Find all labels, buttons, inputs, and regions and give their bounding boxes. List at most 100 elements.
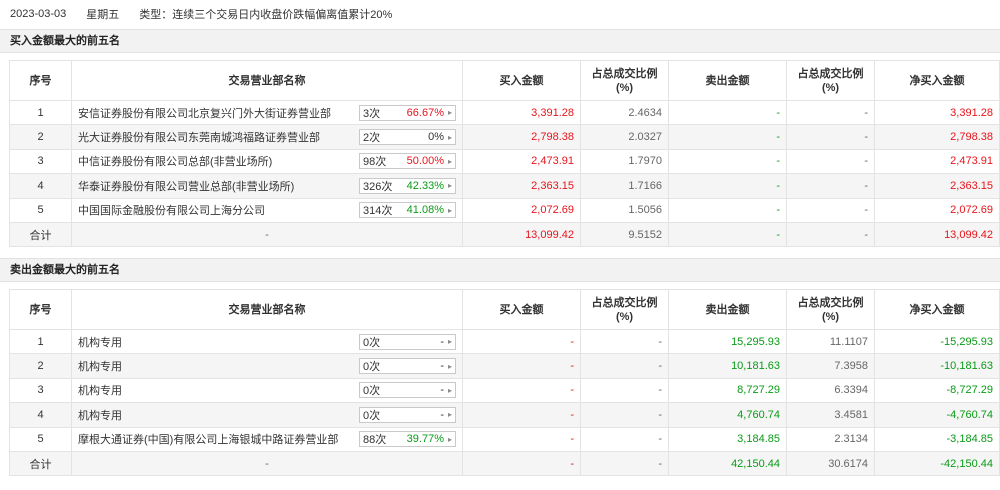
- buy-amount: -: [462, 353, 581, 379]
- col-buy-pct: 占总成交比例 (%): [580, 289, 669, 330]
- buy-amount: -: [462, 402, 581, 428]
- dept-name-link[interactable]: 摩根大通证券(中国)有限公司上海银城中路证券营业部: [78, 431, 338, 447]
- col-sell-pct-line2: (%): [821, 310, 840, 323]
- trade-date: 2023-03-03: [10, 8, 67, 20]
- times-count: 98次: [363, 156, 387, 169]
- buy-pct: -: [580, 377, 669, 404]
- col-dept: 交易营业部名称: [71, 60, 463, 101]
- dept-wrapper: 中国国际金融股份有限公司上海分公司 314次 41.08% ▸: [78, 202, 456, 219]
- col-sell-pct: 占总成交比例 (%): [786, 60, 875, 101]
- sell-amount: -: [668, 173, 787, 199]
- times-dropdown[interactable]: 98次 50.00% ▸: [359, 153, 456, 170]
- dept-name-link[interactable]: 中信证券股份有限公司总部(非营业场所): [78, 153, 272, 169]
- dept-name-link[interactable]: 机构专用: [78, 334, 122, 350]
- dept-name-link[interactable]: 光大证券股份有限公司东莞南城鸿福路证券营业部: [78, 129, 320, 145]
- sell-section-title: 卖出金额最大的前五名: [0, 258, 1000, 282]
- buy-pct: -: [580, 353, 669, 379]
- sell-pct: 11.1107: [786, 328, 875, 355]
- times-count: 88次: [363, 434, 387, 447]
- buy-pct: -: [580, 402, 669, 428]
- col-sell-amount: 卖出金额: [668, 60, 787, 101]
- dept-wrapper: 光大证券股份有限公司东莞南城鸿福路证券营业部 2次 0% ▸: [78, 129, 456, 146]
- win-rate: 0%: [428, 131, 444, 144]
- sell-amount: -: [668, 99, 787, 126]
- times-dropdown[interactable]: 88次 39.77% ▸: [359, 431, 456, 448]
- header-bar: 2023-03-03 星期五 类型： 连续三个交易日内收盘价跌幅偏离值累计20%: [0, 0, 1000, 28]
- sell-pct: -: [786, 148, 875, 175]
- dept-name-link[interactable]: 机构专用: [78, 382, 122, 398]
- col-dept: 交易营业部名称: [71, 289, 463, 330]
- times-count: 3次: [363, 107, 381, 120]
- sell-pct: -: [786, 197, 875, 223]
- buy-amount: 2,798.38: [462, 124, 581, 150]
- sell-pct: 6.3394: [786, 377, 875, 404]
- buy-amount: 2,473.91: [462, 148, 581, 175]
- win-rate: -: [440, 408, 444, 421]
- total-row: 合计 - - -42,150.44 30.6174 -42,150.44: [9, 450, 1000, 477]
- row-number: 3: [9, 377, 72, 404]
- sell-pct: -: [786, 173, 875, 199]
- col-buy-pct-line1: 占总成交比例: [591, 67, 658, 80]
- table-row: 3 中信证券股份有限公司总部(非营业场所) 98次 50.00% ▸ 2,473.91 1.…: [9, 148, 1000, 175]
- dept-cell: 中国国际金融股份有限公司上海分公司 314次 41.08% ▸: [71, 197, 463, 223]
- chevron-right-icon: ▸: [447, 181, 452, 191]
- col-net-amount: 净买入金额: [874, 60, 1000, 101]
- dept-cell: 安信证券股份有限公司北京复兴门外大街证券营业部 3次 66.67% ▸: [71, 99, 463, 126]
- times-count: 326次: [363, 180, 393, 193]
- total-buy-pct: 9.5152: [580, 221, 669, 248]
- total-buy: 13,099.42: [462, 221, 581, 248]
- total-label: 合计: [9, 221, 72, 248]
- win-rate: -: [440, 335, 444, 348]
- col-net-amount: 净买入金额: [874, 289, 1000, 330]
- buy-pct: 1.5056: [580, 197, 669, 223]
- total-sell-pct: 30.6174: [786, 450, 875, 477]
- row-number: 3: [9, 148, 72, 175]
- times-dropdown[interactable]: 326次 42.33% ▸: [359, 177, 456, 194]
- col-sell-pct-line2: (%): [821, 81, 840, 94]
- times-dropdown[interactable]: 314次 41.08% ▸: [359, 202, 456, 219]
- dept-wrapper: 安信证券股份有限公司北京复兴门外大街证券营业部 3次 66.67% ▸: [78, 104, 456, 121]
- sell-amount: 15,295.93: [668, 328, 787, 355]
- col-buy-pct-line2: (%): [615, 310, 634, 323]
- net-amount: -4,760.74: [874, 402, 1000, 428]
- chevron-right-icon: ▸: [447, 361, 452, 371]
- dept-name-link[interactable]: 安信证券股份有限公司北京复兴门外大街证券营业部: [78, 105, 331, 121]
- buy-pct: -: [580, 426, 669, 452]
- dept-name-link[interactable]: 机构专用: [78, 358, 122, 374]
- dept-name-link[interactable]: 华泰证券股份有限公司营业总部(非营业场所): [78, 178, 294, 194]
- buy-amount: 2,363.15: [462, 173, 581, 199]
- row-number: 5: [9, 426, 72, 452]
- col-sell-pct: 占总成交比例 (%): [786, 289, 875, 330]
- times-dropdown[interactable]: 0次 - ▸: [359, 382, 456, 399]
- chevron-right-icon: ▸: [447, 337, 452, 347]
- times-dropdown[interactable]: 2次 0% ▸: [359, 129, 456, 146]
- buy-amount: 3,391.28: [462, 99, 581, 126]
- col-sell-pct-line1: 占总成交比例: [797, 296, 864, 309]
- sell-amount: 10,181.63: [668, 353, 787, 379]
- dept-name-link[interactable]: 机构专用: [78, 407, 122, 423]
- times-dropdown[interactable]: 0次 - ▸: [359, 333, 456, 350]
- buy-amount: 2,072.69: [462, 197, 581, 223]
- sell-amount: -: [668, 148, 787, 175]
- chevron-right-icon: ▸: [447, 108, 452, 118]
- dept-wrapper: 华泰证券股份有限公司营业总部(非营业场所) 326次 42.33% ▸: [78, 177, 456, 194]
- total-dept: -: [71, 450, 463, 477]
- total-net: -42,150.44: [874, 450, 1000, 477]
- chevron-right-icon: ▸: [447, 385, 452, 395]
- total-buy-pct: -: [580, 450, 669, 477]
- total-label: 合计: [9, 450, 72, 477]
- table-row: 2 机构专用 0次 - ▸ - -10,181.63 7.3958 -10,181.63: [9, 353, 1000, 379]
- chevron-right-icon: ▸: [447, 156, 452, 166]
- dept-name-link[interactable]: 中国国际金融股份有限公司上海分公司: [78, 202, 265, 218]
- sell-pct: 3.4581: [786, 402, 875, 428]
- buy-pct: 1.7166: [580, 173, 669, 199]
- times-dropdown[interactable]: 0次 - ▸: [359, 358, 456, 375]
- times-dropdown[interactable]: 3次 66.67% ▸: [359, 104, 456, 121]
- table-row: 1 安信证券股份有限公司北京复兴门外大街证券营业部 3次 66.67% ▸ 3,391.2…: [9, 99, 1000, 126]
- win-rate: -: [440, 360, 444, 373]
- col-buy-amount: 买入金额: [462, 289, 581, 330]
- sell-pct: 7.3958: [786, 353, 875, 379]
- sell-amount: 8,727.29: [668, 377, 787, 404]
- times-dropdown[interactable]: 0次 - ▸: [359, 406, 456, 423]
- dept-cell: 机构专用 0次 - ▸: [71, 402, 463, 428]
